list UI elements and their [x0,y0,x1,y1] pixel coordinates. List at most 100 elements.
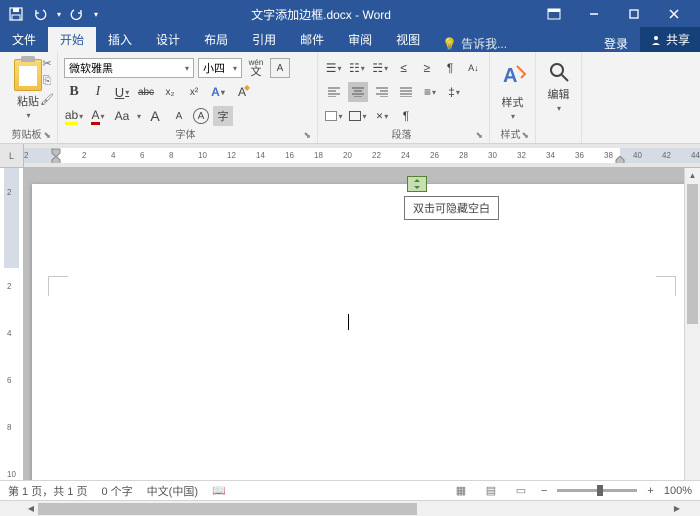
styles-button[interactable]: A 样式 ▾ [499,56,527,121]
status-language[interactable]: 中文(中国) [147,483,198,499]
highlight-button[interactable]: ab▾ [64,106,84,126]
underline-button[interactable]: U▾ [112,82,132,102]
distribute-button[interactable]: ≡▾ [420,82,440,102]
view-read-icon[interactable]: ▦ [451,485,471,497]
change-case-button[interactable]: Aa [112,106,132,126]
tab-design[interactable]: 设计 [144,27,192,52]
clipboard-launcher[interactable]: ⬊ [43,130,51,141]
tab-layout[interactable]: 布局 [192,27,240,52]
subscript-button[interactable]: x₂ [160,82,180,102]
tab-selector[interactable]: L [0,144,24,167]
window-controls [536,4,700,24]
bold-button[interactable]: B [64,82,84,102]
align-center-button[interactable] [348,82,368,102]
styles-label: 样式 [502,94,524,110]
font-name-combo[interactable]: 微软雅黑▾ [64,58,194,78]
text-effects-button[interactable]: A▾ [208,82,228,102]
status-bar: 第 1 页，共 1 页 0 个字 中文(中国) 📖 ▦ ▤ ▭ − + 100% [0,480,700,500]
tab-file[interactable]: 文件 [0,27,48,52]
strikethrough-button[interactable]: abc [136,82,156,102]
tab-mailings[interactable]: 邮件 [288,27,336,52]
zoom-out-button[interactable]: − [541,485,547,497]
numbering-button[interactable]: ☷▾ [347,58,366,78]
character-border-button[interactable]: A [270,58,290,78]
shading-button[interactable]: ▾ [324,106,344,126]
scroll-up-icon[interactable]: ▲ [685,168,700,182]
scroll-left-icon[interactable]: ◀ [24,504,38,513]
tab-view[interactable]: 视图 [384,27,432,52]
status-page[interactable]: 第 1 页，共 1 页 [8,483,87,499]
login-link[interactable]: 登录 [592,35,640,52]
paragraph-launcher[interactable]: ⬊ [475,130,483,141]
scrollbar-h-thumb[interactable] [38,503,417,515]
grow-font-button[interactable]: A [145,106,165,126]
font-color-button[interactable]: A▾ [88,106,108,126]
title-bar: ▾ ▾ 文字添加边框.docx - Word [0,0,700,28]
close-icon[interactable] [656,4,692,24]
ribbon-options-icon[interactable] [536,4,572,24]
view-web-icon[interactable]: ▭ [511,485,531,497]
editing-button[interactable]: 编辑 ▾ [547,60,571,113]
decrease-indent-button[interactable]: ≤ [394,58,413,78]
document-area: 双击可隐藏空白 ▲ ▼ [24,168,700,500]
align-left-button[interactable] [324,82,344,102]
italic-button[interactable]: I [88,82,108,102]
ltr-button[interactable]: ¶ [440,58,459,78]
phonetic-guide-button[interactable]: wén文 [246,58,266,78]
ruler-vertical[interactable]: 2246810 [0,168,24,500]
asian-layout-button[interactable]: ✕▾ [372,106,392,126]
bullets-button[interactable]: ☰▾ [324,58,343,78]
cut-icon[interactable]: ✂ [39,56,55,70]
shrink-font-button[interactable]: A [169,106,189,126]
zoom-slider-knob[interactable] [597,485,603,496]
share-button[interactable]: 共享 [640,27,700,52]
borders-button[interactable]: ▾ [348,106,368,126]
workspace: 2246810 双击可隐藏空白 ▲ ▼ [0,168,700,500]
ruler-horizontal[interactable]: 2246810121416182022242628303234363840424… [24,148,700,163]
hide-whitespace-button[interactable] [407,176,427,192]
window-title: 文字添加边框.docx - Word [106,6,536,23]
character-shading-button[interactable]: 字 [213,106,233,126]
scroll-right-icon[interactable]: ▶ [670,504,684,513]
indent-marker-right[interactable] [614,156,626,163]
zoom-level[interactable]: 100% [664,485,692,497]
clear-formatting-button[interactable]: A◆ [232,82,252,102]
redo-icon[interactable] [69,6,85,22]
scrollbar-v-thumb[interactable] [687,184,698,324]
show-marks-button[interactable]: ¶ [396,106,416,126]
scrollbar-horizontal[interactable]: ◀ ▶ [0,500,700,516]
sort-button[interactable]: A↓ [464,58,483,78]
styles-icon: A [499,60,527,92]
increase-indent-button[interactable]: ≥ [417,58,436,78]
tab-home[interactable]: 开始 [48,27,96,52]
group-paragraph: ☰▾ ☷▾ ☵▾ ≤ ≥ ¶ A↓ ≡▾ ‡▾ ▾ ▾ ✕▾ ¶ 段落⬊ [318,52,490,143]
undo-icon[interactable] [32,6,48,22]
justify-button[interactable] [396,82,416,102]
multilevel-button[interactable]: ☵▾ [371,58,390,78]
indent-marker-left[interactable] [50,156,62,163]
font-launcher[interactable]: ⬊ [303,130,311,141]
align-right-button[interactable] [372,82,392,102]
page[interactable] [32,184,692,500]
format-painter-icon[interactable]: 🖌 [39,92,55,106]
status-word-count[interactable]: 0 个字 [101,483,132,499]
view-print-icon[interactable]: ▤ [481,485,501,497]
superscript-button[interactable]: x² [184,82,204,102]
tab-references[interactable]: 引用 [240,27,288,52]
zoom-slider[interactable] [557,489,637,492]
styles-launcher[interactable]: ⬊ [521,130,529,141]
line-spacing-button[interactable]: ‡▾ [444,82,464,102]
zoom-in-button[interactable]: + [647,485,653,497]
tab-insert[interactable]: 插入 [96,27,144,52]
maximize-icon[interactable] [616,4,652,24]
scrollbar-vertical[interactable]: ▲ ▼ [684,168,700,500]
status-proofing-icon[interactable]: 📖 [212,484,226,497]
ribbon-tabs: 文件 开始 插入 设计 布局 引用 邮件 审阅 视图 💡 告诉我... 登录 共… [0,28,700,52]
save-icon[interactable] [8,6,24,22]
copy-icon[interactable]: ⎘ [39,74,55,88]
enclose-char-button[interactable]: A [193,108,209,124]
tab-review[interactable]: 审阅 [336,27,384,52]
minimize-icon[interactable] [576,4,612,24]
tell-me-search[interactable]: 💡 告诉我... [432,35,517,52]
font-size-combo[interactable]: 小四▾ [198,58,242,78]
